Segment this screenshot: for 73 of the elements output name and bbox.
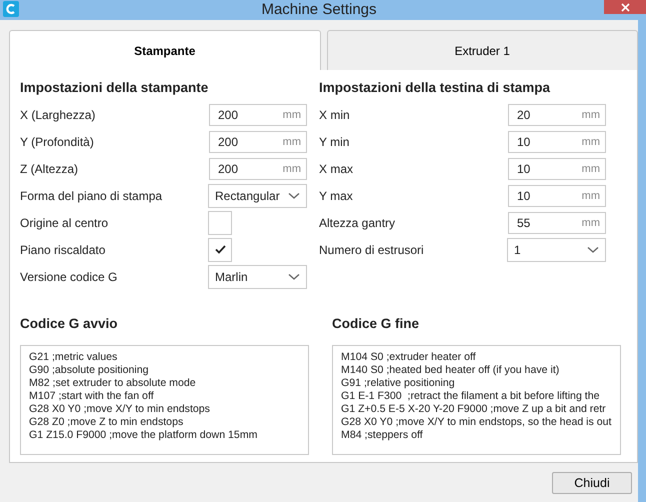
field-label: Numero di estrusori bbox=[319, 242, 425, 259]
app-icon bbox=[3, 1, 19, 17]
checkbox[interactable] bbox=[208, 238, 232, 262]
code-line: M104 S0 ;extruder heater off bbox=[341, 350, 476, 364]
field-label: Origine al centro bbox=[20, 214, 110, 232]
field-value: 10 bbox=[517, 160, 532, 178]
dropdown[interactable]: Rectangular bbox=[208, 184, 307, 208]
field-value: 200 bbox=[218, 160, 240, 178]
section-heading: Impostazioni della testina di stampa bbox=[319, 79, 552, 97]
code-line: M82 ;set extruder to absolute mode bbox=[29, 376, 196, 390]
close-icon bbox=[620, 2, 630, 12]
tab[interactable]: Stampante bbox=[9, 30, 320, 70]
unit-label: mm bbox=[582, 134, 600, 150]
number-field[interactable]: 200 mm bbox=[209, 158, 307, 180]
code-line: G28 Z0 ;move Z to min endstops bbox=[29, 416, 184, 428]
chevron-down-icon bbox=[587, 246, 599, 254]
unit-label: mm bbox=[582, 162, 600, 176]
unit-label: mm bbox=[282, 162, 301, 176]
close-button[interactable] bbox=[604, 0, 646, 14]
code-line: M107 ;start with the fan off bbox=[29, 390, 154, 402]
code-line: G28 X0 Y0 ;move X/Y to min endstops bbox=[29, 402, 210, 416]
number-field[interactable]: 20 mm bbox=[508, 104, 606, 126]
section-heading: Codice G fine bbox=[332, 315, 420, 334]
field-label: Versione codice G bbox=[20, 268, 118, 286]
field-value: 10 bbox=[517, 188, 532, 205]
field-label: X max bbox=[319, 160, 354, 178]
code-editor[interactable] bbox=[332, 344, 621, 454]
number-field[interactable]: 10 mm bbox=[508, 130, 606, 153]
code-editor[interactable] bbox=[20, 344, 309, 454]
code-line: G1 Z+0.5 E-5 X-20 Y-20 F9000 ;move Z up a bit and retr bbox=[341, 402, 606, 416]
unit-label: mm bbox=[282, 134, 301, 150]
field-label: Y min bbox=[319, 134, 350, 151]
code-line: G90 ;absolute positioning bbox=[29, 364, 149, 376]
code-line: G1 Z15.0 F9000 ;move the platform down 15mm bbox=[29, 428, 258, 442]
field-value: 20 bbox=[517, 106, 532, 124]
dropdown[interactable]: Marlin bbox=[208, 264, 307, 289]
code-line: G21 ;metric values bbox=[29, 350, 118, 364]
unit-label: mm bbox=[582, 108, 600, 122]
code-line: G28 X0 Y0 ;move X/Y to min endstops, so the head is out bbox=[341, 416, 612, 428]
checkbox[interactable] bbox=[208, 210, 232, 235]
section-heading: Impostazioni della stampante bbox=[20, 79, 210, 97]
field-label: Z (Altezza) bbox=[20, 160, 80, 178]
window-title: Machine Settings bbox=[261, 0, 377, 20]
number-field[interactable]: 10 mm bbox=[508, 158, 606, 180]
field-label: Piano riscaldato bbox=[20, 242, 106, 259]
chevron-down-icon bbox=[288, 192, 300, 200]
checkmark-icon bbox=[214, 245, 226, 254]
field-label: Altezza gantry bbox=[319, 214, 396, 232]
field-value: 10 bbox=[517, 134, 532, 151]
code-line: G91 ;relative positioning bbox=[341, 376, 455, 390]
section-heading: Codice G avvio bbox=[20, 315, 119, 334]
field-value: 55 bbox=[517, 214, 532, 232]
close-dialog-button[interactable]: Chiudi bbox=[552, 472, 632, 494]
number-field[interactable]: 200 mm bbox=[209, 104, 307, 126]
code-line: M140 S0 ;heated bed heater off (if you have it) bbox=[341, 364, 560, 376]
number-field[interactable]: 10 mm bbox=[508, 184, 606, 207]
chevron-down-icon bbox=[288, 272, 300, 281]
unit-label: mm bbox=[282, 108, 301, 122]
unit-label: mm bbox=[582, 188, 600, 204]
field-label: X (Larghezza) bbox=[20, 106, 96, 124]
field-label: X min bbox=[319, 106, 351, 124]
field-label: Y max bbox=[319, 188, 354, 205]
number-field[interactable]: 200 mm bbox=[209, 130, 307, 153]
code-line: G1 E-1 F300 ;retract the filament a bit before lifting the bbox=[341, 390, 600, 402]
unit-label: mm bbox=[582, 216, 600, 230]
field-label: Forma del piano di stampa bbox=[20, 188, 164, 205]
field-label: Y (Profondità) bbox=[20, 134, 95, 151]
code-line: M84 ;steppers off bbox=[341, 428, 423, 442]
field-value: 200 bbox=[218, 134, 240, 151]
tab[interactable]: Extruder 1 bbox=[326, 30, 638, 70]
dropdown[interactable]: 1 bbox=[507, 238, 606, 262]
field-value: 200 bbox=[218, 106, 240, 124]
number-field[interactable]: 55 mm bbox=[508, 212, 606, 234]
